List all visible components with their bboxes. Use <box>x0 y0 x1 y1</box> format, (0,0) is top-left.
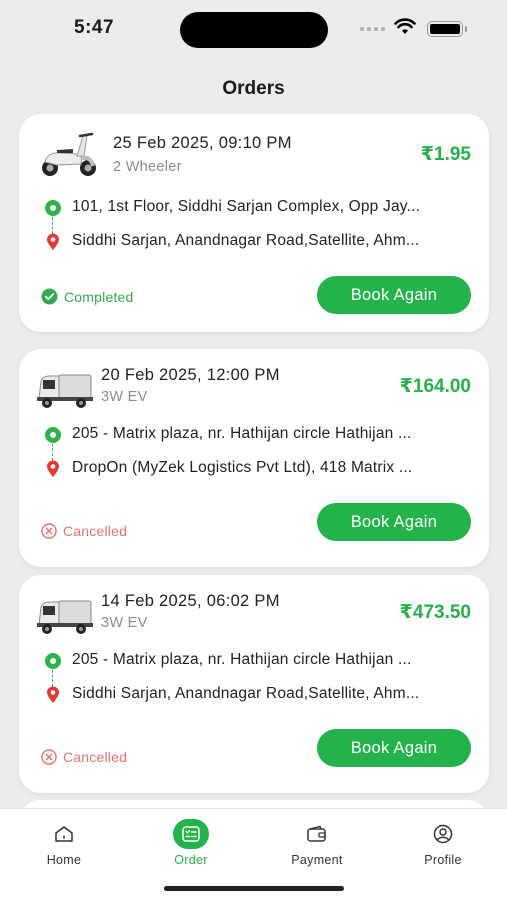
three-wheeler-truck-icon <box>37 600 93 634</box>
pickup-address: 205 - Matrix plaza, nr. Hathijan circle … <box>72 651 412 668</box>
three-wheeler-truck-icon <box>37 374 93 408</box>
route-connector <box>52 212 53 234</box>
order-price: ₹1.95 <box>420 144 471 165</box>
wallet-icon <box>307 825 326 842</box>
status-label: Completed <box>64 288 134 305</box>
pickup-marker-icon <box>45 200 61 216</box>
cellular-signal-icon <box>360 27 385 31</box>
route: 205 - Matrix plaza, nr. Hathijan circle … <box>45 425 475 485</box>
drop-pin-icon <box>47 233 59 250</box>
status-label: Cancelled <box>63 523 128 539</box>
nav-item-order[interactable]: Order <box>146 819 236 867</box>
status-badge: Cancelled <box>41 749 127 765</box>
order-date: 25 Feb 2025, 09:10 PM <box>113 134 292 152</box>
order-price: ₹473.50 <box>399 602 471 623</box>
drop-pin-icon <box>47 686 59 703</box>
route: 101, 1st Floor, Siddhi Sarjan Complex, O… <box>45 198 475 258</box>
drop-pin-icon <box>47 460 59 477</box>
book-again-button[interactable]: Book Again <box>317 276 471 314</box>
cancel-circle-icon <box>41 749 57 765</box>
route-connector <box>52 439 53 461</box>
nav-label: Order <box>174 853 208 867</box>
check-circle-icon <box>41 288 58 305</box>
vehicle-type: 3W EV <box>101 389 148 405</box>
home-indicator[interactable] <box>164 886 344 891</box>
order-date: 14 Feb 2025, 06:02 PM <box>101 592 280 610</box>
nav-item-home[interactable]: Home <box>19 819 109 867</box>
status-time: 5:47 <box>74 17 115 38</box>
cancel-circle-icon <box>41 523 57 539</box>
book-again-button[interactable]: Book Again <box>317 729 471 767</box>
profile-icon <box>433 824 453 844</box>
scooter-icon <box>42 132 96 176</box>
nav-label: Profile <box>424 853 462 867</box>
nav-label: Payment <box>291 853 343 867</box>
status-label: Cancelled <box>63 749 128 765</box>
page-title: Orders <box>222 78 285 99</box>
order-card[interactable]: 20 Feb 2025, 12:00 PM 3W EV ₹164.00 205 … <box>19 349 489 567</box>
pickup-address: 101, 1st Floor, Siddhi Sarjan Complex, O… <box>72 198 421 215</box>
book-again-button[interactable]: Book Again <box>317 503 471 541</box>
pickup-marker-icon <box>45 653 61 669</box>
nav-item-profile[interactable]: Profile <box>398 819 488 867</box>
dynamic-island <box>180 12 328 48</box>
order-list-icon <box>182 826 200 842</box>
drop-address: Siddhi Sarjan, Anandnagar Road,Satellite… <box>72 685 420 702</box>
vehicle-type: 3W EV <box>101 615 148 631</box>
order-card[interactable]: 14 Feb 2025, 06:02 PM 3W EV ₹473.50 205 … <box>19 575 489 793</box>
route-connector <box>52 665 53 687</box>
nav-label: Home <box>46 853 82 867</box>
pickup-address: 205 - Matrix plaza, nr. Hathijan circle … <box>72 425 412 442</box>
wifi-icon <box>394 18 416 34</box>
order-date: 20 Feb 2025, 12:00 PM <box>101 366 280 384</box>
status-badge: Cancelled <box>41 523 127 539</box>
battery-icon <box>427 21 467 37</box>
drop-address: Siddhi Sarjan, Anandnagar Road,Satellite… <box>72 232 420 249</box>
status-bar: 5:47 <box>0 0 507 60</box>
order-card[interactable]: 25 Feb 2025, 09:10 PM 2 Wheeler ₹1.95 10… <box>19 114 489 332</box>
status-badge: Completed <box>41 288 134 305</box>
nav-item-payment[interactable]: Payment <box>272 819 362 867</box>
vehicle-type: 2 Wheeler <box>113 159 182 175</box>
pickup-marker-icon <box>45 427 61 443</box>
order-price: ₹164.00 <box>399 376 471 397</box>
route: 205 - Matrix plaza, nr. Hathijan circle … <box>45 651 475 711</box>
home-icon <box>55 826 73 842</box>
drop-address: DropOn (MyZek Logistics Pvt Ltd), 418 Ma… <box>72 459 413 476</box>
